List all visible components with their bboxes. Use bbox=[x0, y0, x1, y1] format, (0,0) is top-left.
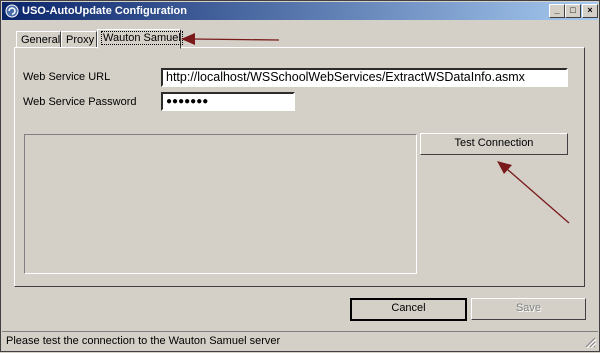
config-window: USO-AutoUpdate Configuration _ □ × Gener… bbox=[0, 0, 600, 352]
password-input[interactable]: ●●●●●●● bbox=[161, 92, 295, 111]
status-text: Please test the connection to the Wauton… bbox=[6, 335, 281, 347]
resize-grip-icon[interactable] bbox=[584, 336, 596, 348]
window-title: USO-AutoUpdate Configuration bbox=[22, 5, 187, 17]
tab-wauton-samuel-label: Wauton Samuel bbox=[101, 31, 183, 45]
arrow-to-tab-icon bbox=[181, 33, 280, 45]
tab-proxy-label: Proxy bbox=[66, 34, 95, 46]
cancel-button[interactable]: Cancel bbox=[350, 298, 467, 321]
close-button[interactable]: × bbox=[582, 4, 598, 18]
test-connection-button[interactable]: Test Connection bbox=[420, 133, 568, 155]
maximize-button[interactable]: □ bbox=[565, 4, 581, 18]
minimize-button[interactable]: _ bbox=[549, 4, 565, 18]
result-panel bbox=[24, 134, 417, 274]
title-bar[interactable]: USO-AutoUpdate Configuration _ □ × bbox=[2, 2, 598, 20]
tab-wauton-samuel[interactable]: Wauton Samuel bbox=[97, 29, 183, 49]
password-label: Web Service Password bbox=[23, 96, 137, 108]
save-button[interactable]: Save bbox=[471, 298, 586, 320]
app-icon bbox=[5, 4, 19, 18]
url-input[interactable]: http://localhost/WSSchoolWebServices/Ext… bbox=[161, 68, 568, 87]
tab-general-label: General bbox=[21, 34, 61, 46]
url-label: Web Service URL bbox=[23, 71, 111, 83]
status-bar: Please test the connection to the Wauton… bbox=[2, 331, 598, 350]
